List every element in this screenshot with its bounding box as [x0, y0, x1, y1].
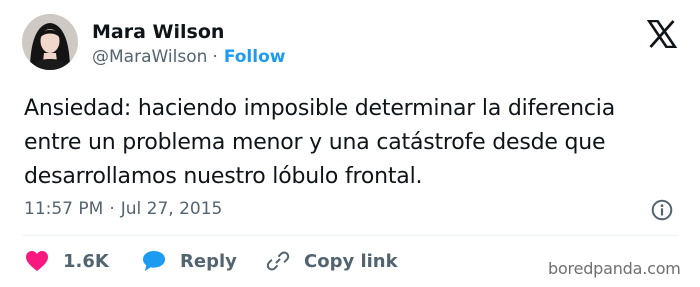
handle-separator: ·	[212, 47, 218, 67]
timestamp[interactable]: 11:57 PM · Jul 27, 2015	[24, 199, 222, 219]
heart-icon	[26, 251, 48, 271]
copy-link-button[interactable]: Copy link	[266, 248, 398, 274]
like-button[interactable]: 1.6K	[25, 248, 109, 274]
follow-button[interactable]: Follow	[224, 47, 286, 67]
reply-label: Reply	[180, 250, 237, 272]
link-icon	[266, 251, 290, 271]
author-handle[interactable]: @MaraWilson	[92, 47, 207, 67]
source-watermark: boredpanda.com	[548, 259, 681, 278]
copy-link-label: Copy link	[304, 250, 398, 272]
tweet-card: Mara Wilson @MaraWilson · Follow Ansiedad:…	[0, 0, 700, 287]
reply-button[interactable]: Reply	[142, 248, 237, 274]
author-name[interactable]: Mara Wilson	[92, 21, 224, 43]
info-icon[interactable]	[650, 198, 674, 222]
timestamp-separator: ·	[109, 199, 115, 219]
like-count: 1.6K	[63, 250, 109, 272]
avatar[interactable]	[22, 14, 78, 70]
tweet-time: 11:57 PM	[24, 199, 104, 219]
avatar-image	[22, 14, 78, 70]
author-handle-row: @MaraWilson · Follow	[92, 47, 285, 67]
divider	[22, 235, 678, 236]
tweet-text: Ansiedad: haciendo imposible determinar …	[24, 96, 615, 189]
tweet-date: Jul 27, 2015	[120, 199, 223, 219]
x-logo-icon[interactable]	[647, 20, 677, 48]
speech-bubble-icon	[143, 251, 165, 271]
